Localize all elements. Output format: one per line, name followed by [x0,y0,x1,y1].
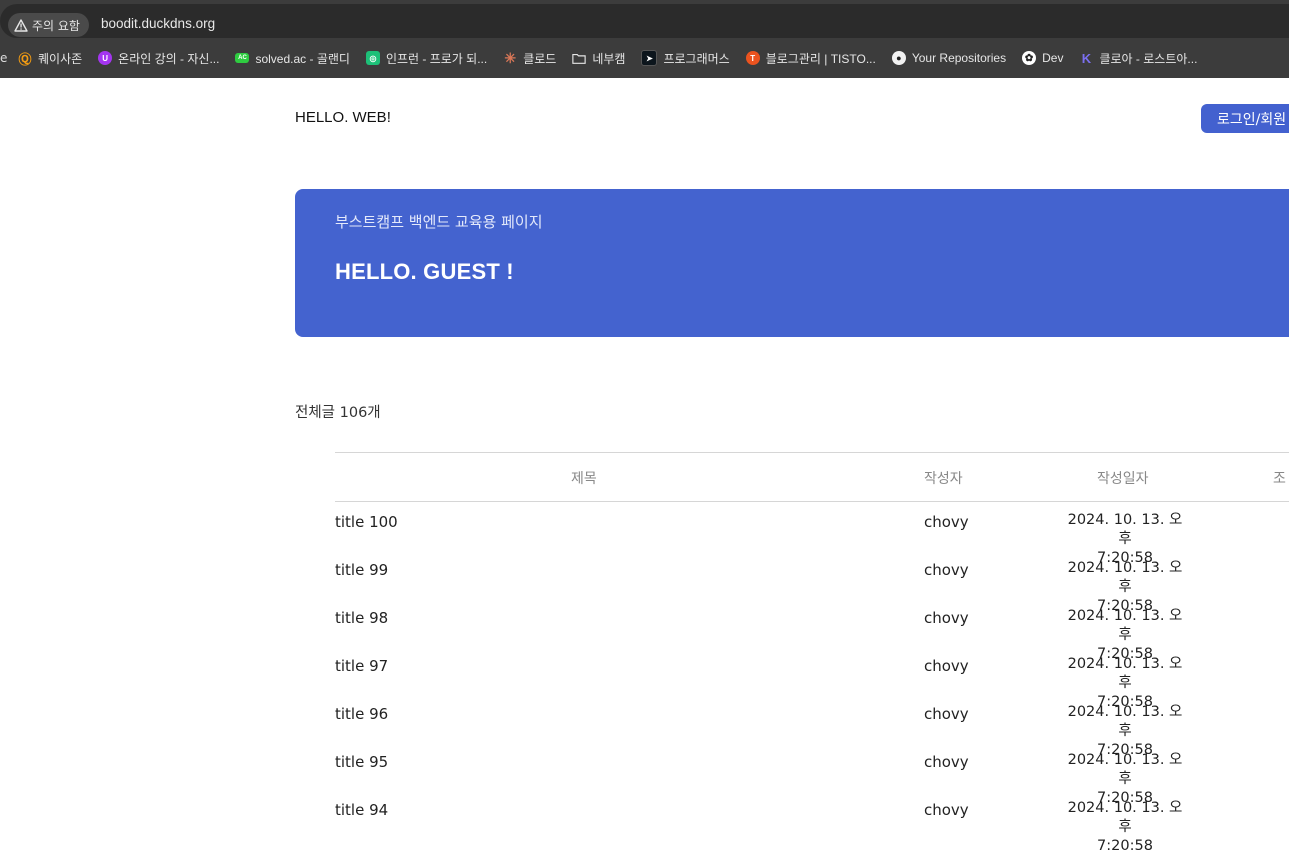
table-row[interactable]: title 97 chovy 2024. 10. 13. 오후 7:20:58 [335,646,1289,710]
programmers-icon: ➤ [641,50,658,66]
bookmark-label: 네부캠 [592,51,626,66]
bookmark-github[interactable]: ● Your Repositories [884,51,1014,65]
bookmark-label: Dev [1042,51,1064,65]
login-signup-button[interactable]: 로그인/회원 [1201,104,1289,133]
post-date-line1: 2024. 10. 13. 오후 [1067,608,1183,643]
bookmark-folder-nebucam[interactable]: 네부캠 [564,50,633,67]
hero-title: HELLO. GUEST ! [335,259,514,284]
bookmark-label: solved.ac - 골랜디 [255,51,350,66]
bookmark-dev[interactable]: ✿ Dev [1014,51,1071,65]
bookmark-inflearn[interactable]: ◎ 인프런 - 프로가 되... [358,50,495,67]
udemy-icon: U [98,51,113,65]
post-date-line1: 2024. 10. 13. 오후 [1067,704,1183,739]
bookmark-label: 블로그관리 | TISTO... [765,51,876,66]
bookmark-claude[interactable]: ✳ 클로드 [495,50,564,67]
post-count: 전체글 106개 [295,405,381,421]
security-warning-chip[interactable]: 주의 요함 [8,13,89,37]
bookmark-label: 인프런 - 프로가 되... [385,51,488,66]
table-row[interactable]: title 100 chovy 2024. 10. 13. 오후 7:20:58 [335,502,1289,566]
column-header-views: 조 [1273,471,1286,487]
hero-banner: 부스트캠프 백엔드 교육용 페이지 HELLO. GUEST ! [295,189,1289,337]
table-row[interactable]: title 94 chovy 2024. 10. 13. 오후 7:20:58 [335,790,1289,854]
table-header: 제목 작성자 작성일자 조 [335,452,1289,502]
post-author: chovy [924,705,969,723]
tistory-icon: T [745,51,760,65]
table-row[interactable]: title 95 chovy 2024. 10. 13. 오후 7:20:58 [335,742,1289,806]
warning-icon [14,18,28,32]
post-author: chovy [924,657,969,675]
post-date-line1: 2024. 10. 13. 오후 [1067,800,1183,835]
security-label: 주의 요함 [32,18,80,33]
post-author: chovy [924,801,969,819]
table-row[interactable]: title 96 chovy 2024. 10. 13. 오후 7:20:58 [335,694,1289,758]
folder-icon [572,51,587,65]
chatgpt-icon: ✿ [1022,51,1037,65]
bookmark-label: 프로그래머스 [663,51,730,66]
bookmarks-bar: e Ⓠ 퀘이사존 U 온라인 강의 - 자신... AC solved.ac -… [0,38,1289,78]
post-title-link[interactable]: title 97 [335,657,388,675]
bookmark-tistory[interactable]: T 블로그관리 | TISTO... [738,50,884,67]
post-author: chovy [924,513,969,531]
browser-address-bar: 주의 요함 boodit.duckdns.org [0,0,1289,38]
column-header-author: 작성자 [924,471,963,487]
kloa-icon: K [1081,50,1092,66]
site-brand[interactable]: HELLO. WEB! [295,109,391,126]
table-row[interactable]: title 98 chovy 2024. 10. 13. 오후 7:20:58 [335,598,1289,662]
post-title-link[interactable]: title 98 [335,609,388,627]
bookmark-truncated[interactable]: e [0,51,10,65]
post-date-line2: 7:20:58 [1097,838,1153,854]
post-title-link[interactable]: title 100 [335,513,398,531]
post-title-link[interactable]: title 95 [335,753,388,771]
inflearn-icon: ◎ [365,51,380,65]
bookmark-label: 클로아 - 로스트아... [1099,51,1198,66]
bookmark-programmers[interactable]: ➤ 프로그래머스 [633,50,737,67]
posts-table: 제목 작성자 작성일자 조 title 100 chovy 2024. 10. … [335,452,1289,854]
url-text[interactable]: boodit.duckdns.org [101,16,215,31]
post-author: chovy [924,753,969,771]
post-title-link[interactable]: title 94 [335,801,388,819]
post-date-line1: 2024. 10. 13. 오후 [1067,752,1183,787]
omnibox[interactable]: 주의 요함 boodit.duckdns.org [0,4,1289,38]
post-title-link[interactable]: title 96 [335,705,388,723]
post-title-link[interactable]: title 99 [335,561,388,579]
post-date-line1: 2024. 10. 13. 오후 [1067,512,1183,547]
claude-icon: ✳ [504,49,517,66]
bookmark-solvedac[interactable]: AC solved.ac - 골랜디 [227,50,357,67]
column-header-date: 작성일자 [1097,471,1149,487]
bookmark-label: Your Repositories [911,51,1007,65]
bookmark-label: 클로드 [523,51,557,66]
post-date: 2024. 10. 13. 오후 7:20:58 [1064,799,1186,856]
post-author: chovy [924,561,969,579]
bookmark-label: 퀘이사존 [38,51,83,66]
hero-subtitle: 부스트캠프 백엔드 교육용 페이지 [335,213,543,231]
table-row[interactable]: title 99 chovy 2024. 10. 13. 오후 7:20:58 [335,550,1289,614]
column-header-title: 제목 [571,471,597,487]
post-author: chovy [924,609,969,627]
solvedac-icon: AC [235,53,250,63]
post-date-line1: 2024. 10. 13. 오후 [1067,656,1183,691]
quasarzone-icon: Ⓠ [18,51,32,67]
bookmark-kloa[interactable]: K 클로아 - 로스트아... [1071,50,1205,67]
bookmark-quasarzone[interactable]: Ⓠ 퀘이사존 [10,50,90,67]
post-date-line1: 2024. 10. 13. 오후 [1067,560,1183,595]
bookmark-label: 온라인 강의 - 자신... [118,51,220,66]
github-icon: ● [891,51,906,65]
bookmark-udemy[interactable]: U 온라인 강의 - 자신... [90,50,227,67]
